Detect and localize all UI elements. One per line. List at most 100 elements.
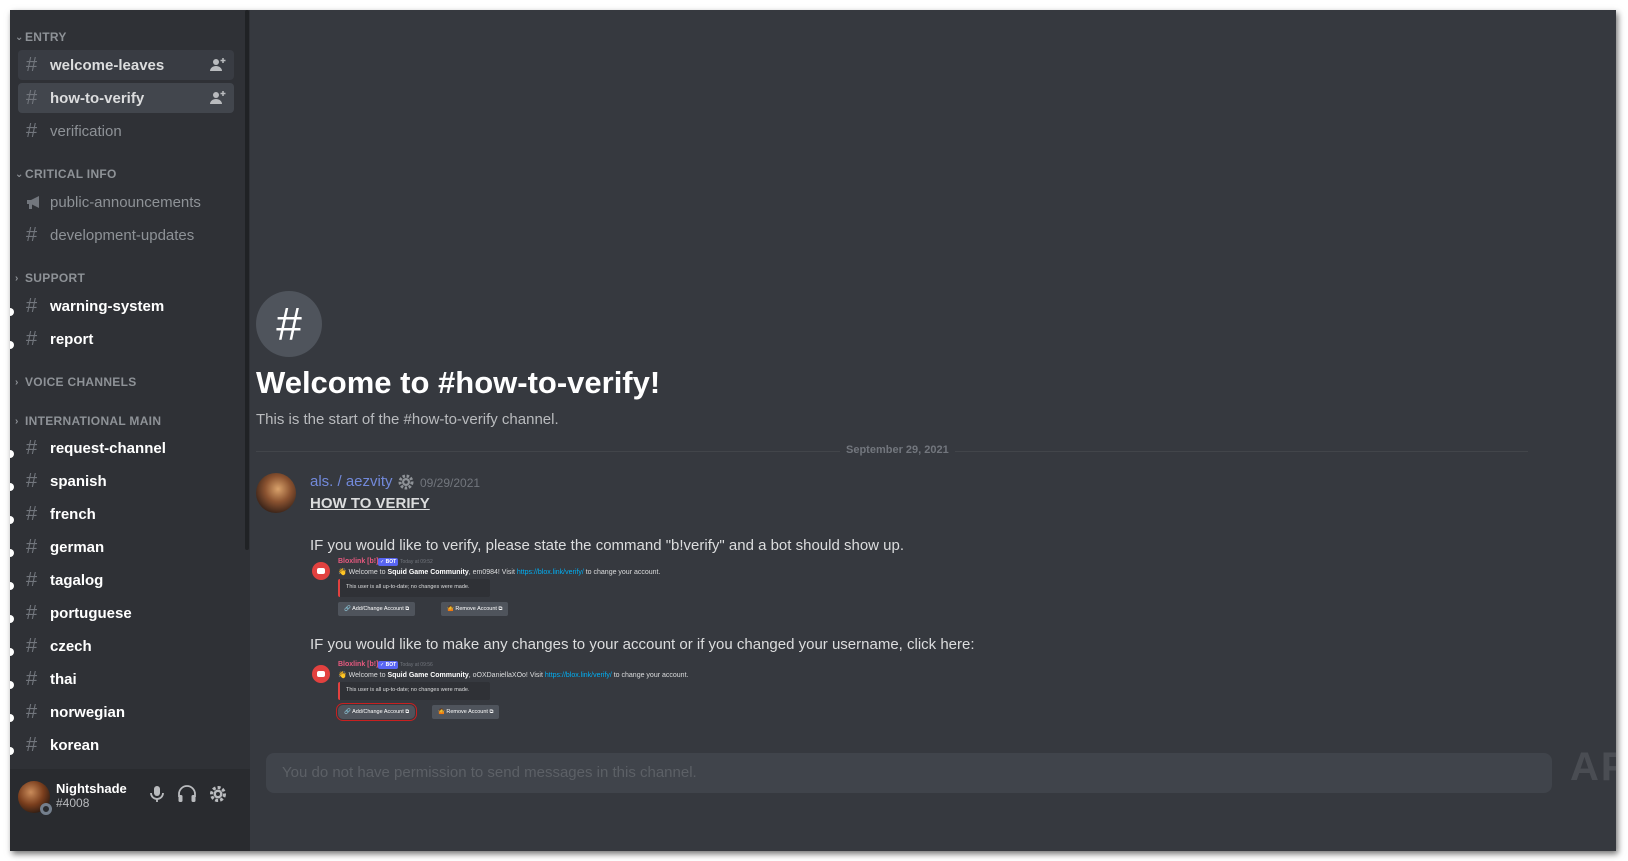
hash-icon: #: [26, 568, 38, 591]
status-indicator: [40, 803, 52, 815]
watermark-logo: APPUALS: [1570, 745, 1616, 789]
bot-screenshot-image[interactable]: Bloxlink [b!] ✓ BOT Today at 09:52 👋 Wel…: [310, 558, 690, 628]
channel-name: thai: [50, 670, 77, 688]
channel-korean[interactable]: # korean: [18, 730, 234, 760]
channel-list: ⌄ ENTRY # welcome-leaves # how-to-verify: [10, 10, 250, 790]
create-invite-icon[interactable]: [210, 57, 226, 73]
gear-badge-icon: [398, 474, 414, 490]
channel-name: french: [50, 505, 96, 523]
hash-icon: #: [26, 601, 38, 624]
bot-name: Bloxlink [b!]: [338, 558, 379, 565]
channel-portuguese[interactable]: # portuguese: [18, 598, 234, 628]
channel-name: czech: [50, 637, 92, 655]
channel-request-channel[interactable]: # request-channel: [18, 433, 234, 463]
channel-spanish[interactable]: # spanish: [18, 466, 234, 496]
channel-name: portuguese: [50, 604, 132, 622]
hash-icon: #: [26, 53, 38, 76]
channel-name: spanish: [50, 472, 107, 490]
add-change-account-button: 🔗 Add/Change Account ⧉: [335, 703, 418, 721]
chat-area: # Welcome to #how-to-verify! This is the…: [250, 10, 1616, 851]
chevron-down-icon: ⌄: [15, 31, 24, 43]
sidebar-scrollbar[interactable]: [245, 10, 249, 550]
unread-indicator: [10, 747, 14, 755]
message-author-avatar[interactable]: [256, 473, 296, 513]
composer-placeholder: You do not have permission to send messa…: [282, 764, 697, 781]
hash-icon: #: [26, 436, 38, 459]
channel-public-announcements[interactable]: public-announcements: [18, 187, 234, 217]
chevron-down-icon: ⌄: [15, 168, 24, 180]
channel-french[interactable]: # french: [18, 499, 234, 529]
channel-development-updates[interactable]: # development-updates: [18, 220, 234, 250]
hash-icon: #: [26, 86, 38, 109]
bot-tag: ✓ BOT: [378, 661, 399, 669]
category-international-main[interactable]: › INTERNATIONAL MAIN: [15, 412, 161, 430]
category-critical-info[interactable]: ⌄ CRITICAL INFO: [15, 165, 117, 183]
add-change-account-button: 🔗 Add/Change Account ⧉: [338, 602, 416, 616]
create-invite-icon[interactable]: [210, 90, 226, 106]
category-entry[interactable]: ⌄ ENTRY: [15, 28, 67, 46]
channel-name: report: [50, 330, 94, 348]
headphones-icon[interactable]: [176, 783, 198, 805]
channel-name: verification: [50, 122, 122, 140]
unread-indicator: [10, 681, 14, 689]
hash-icon: #: [26, 700, 38, 723]
channel-warning-system[interactable]: # warning-system: [18, 291, 234, 321]
bot-name: Bloxlink [b!]: [338, 661, 379, 668]
message-line-verify: IF you would like to verify, please stat…: [310, 537, 905, 554]
channel-welcome-title: Welcome to #how-to-verify!: [256, 365, 661, 400]
category-voice-channels[interactable]: › VOICE CHANNELS: [15, 373, 137, 391]
bot-avatar: [312, 665, 330, 683]
message-author-name[interactable]: als. / aezvity: [310, 473, 393, 490]
microphone-icon[interactable]: [146, 783, 168, 805]
channel-name: how-to-verify: [50, 89, 145, 107]
channel-name: korean: [50, 736, 100, 754]
chevron-right-icon: ›: [15, 272, 19, 284]
discord-window: ⌄ ENTRY # welcome-leaves # how-to-verify: [10, 10, 1616, 851]
bot-time: Today at 09:56: [400, 662, 433, 668]
channel-welcome-leaves[interactable]: # welcome-leaves: [18, 50, 234, 80]
unread-indicator: [10, 483, 14, 491]
channel-tagalog[interactable]: # tagalog: [18, 565, 234, 595]
hash-icon: #: [26, 502, 38, 525]
channel-name: request-channel: [50, 439, 166, 457]
channel-norwegian[interactable]: # norwegian: [18, 697, 234, 727]
channel-report[interactable]: # report: [18, 324, 234, 354]
bot-time: Today at 09:52: [400, 559, 433, 565]
message-line-changes: IF you would like to make any changes to…: [310, 636, 975, 653]
hash-icon: #: [26, 535, 38, 558]
hash-icon: #: [26, 733, 38, 756]
channel-name: public-announcements: [50, 193, 201, 211]
bot-screenshot-image[interactable]: Bloxlink [b!] ✓ BOT Today at 09:56 👋 Wel…: [310, 661, 690, 731]
hash-icon: #: [26, 327, 38, 350]
category-support[interactable]: › SUPPORT: [15, 269, 85, 287]
remove-account-button: 🤷 Remove Account ⧉: [441, 602, 509, 616]
hash-icon: #: [26, 634, 38, 657]
bot-embed: This user is all up-to-date; no changes …: [338, 579, 490, 597]
hash-icon: #: [26, 667, 38, 690]
message-composer[interactable]: You do not have permission to send messa…: [266, 753, 1552, 793]
channel-name: welcome-leaves: [50, 56, 165, 74]
channel-thai[interactable]: # thai: [18, 664, 234, 694]
unread-indicator: [10, 582, 14, 590]
channel-german[interactable]: # german: [18, 532, 234, 562]
channel-czech[interactable]: # czech: [18, 631, 234, 661]
bot-welcome-line: 👋 Welcome to Squid Game Community, em098…: [338, 569, 661, 576]
channel-name: warning-system: [50, 297, 165, 315]
bot-welcome-line: 👋 Welcome to Squid Game Community, oOXDa…: [338, 672, 689, 679]
channel-how-to-verify[interactable]: # how-to-verify: [18, 83, 234, 113]
user-panel: Nightshade #4008: [10, 769, 250, 851]
bot-tag: ✓ BOT: [378, 558, 399, 566]
unread-indicator: [10, 549, 14, 557]
settings-gear-icon[interactable]: [207, 783, 229, 805]
channel-hash-icon: #: [256, 291, 322, 357]
unread-indicator: [10, 308, 14, 316]
unread-indicator: [10, 615, 14, 623]
megaphone-icon: [27, 196, 39, 209]
channel-name: development-updates: [50, 226, 195, 244]
message-heading: HOW TO VERIFY: [310, 495, 430, 512]
user-tag: #4008: [56, 796, 90, 810]
channel-welcome-subtitle: This is the start of the #how-to-verify …: [256, 411, 559, 428]
remove-account-button: 🤷 Remove Account ⧉: [432, 705, 500, 719]
channel-name: german: [50, 538, 105, 556]
channel-verification[interactable]: # verification: [18, 116, 234, 146]
